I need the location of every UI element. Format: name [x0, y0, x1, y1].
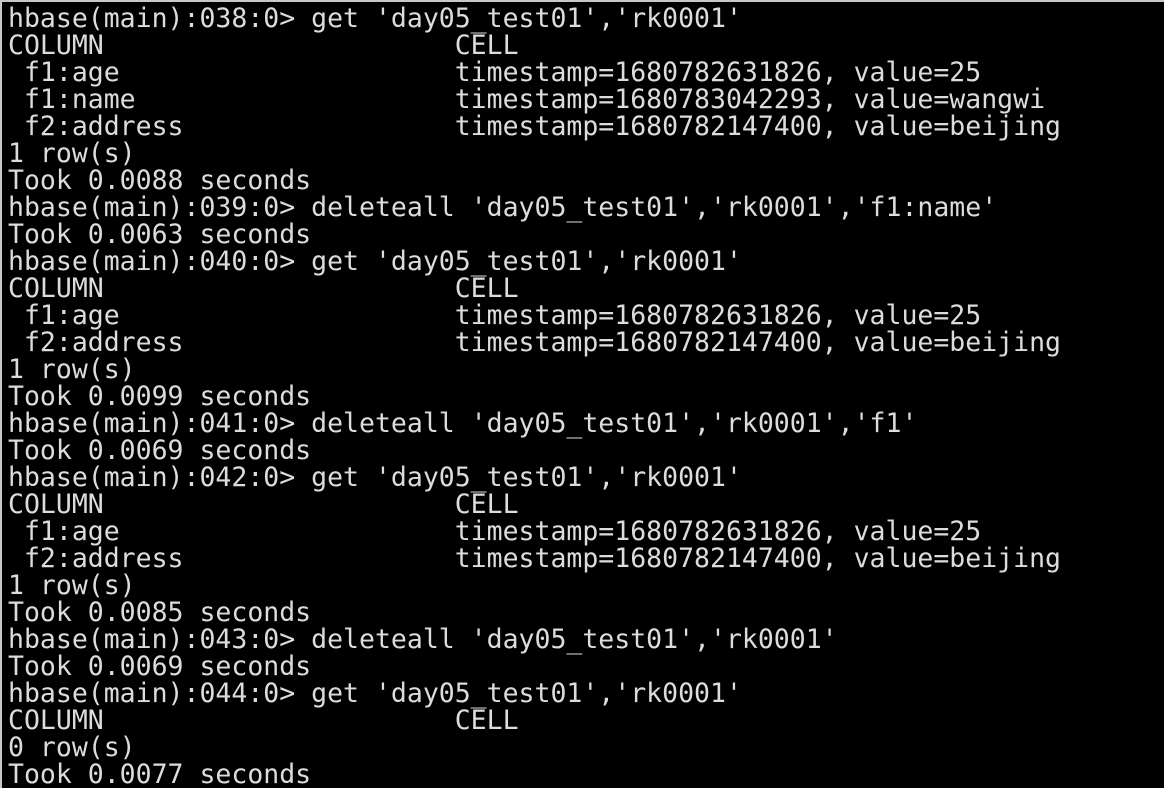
terminal-line: hbase(main):040:0> get 'day05_test01','r… — [8, 246, 742, 277]
terminal-line: f1:name timestamp=1680783042293, value=w… — [8, 84, 1046, 115]
terminal-line: COLUMN CELL — [8, 273, 519, 304]
terminal-window[interactable]: hbase(main):038:0> get 'day05_test01','r… — [0, 0, 1164, 788]
terminal-line: Took 0.0088 seconds — [8, 165, 312, 196]
terminal-line: Took 0.0085 seconds — [8, 597, 312, 628]
terminal-line: hbase(main):039:0> deleteall 'day05_test… — [8, 192, 998, 223]
terminal-line: f1:age timestamp=1680782631826, value=25 — [8, 300, 982, 331]
terminal-line: f2:address timestamp=1680782147400, valu… — [8, 543, 1061, 574]
terminal-output[interactable]: hbase(main):038:0> get 'day05_test01','r… — [8, 5, 1061, 788]
terminal-line: f1:age timestamp=1680782631826, value=25 — [8, 57, 982, 88]
terminal-line: Took 0.0077 seconds — [8, 759, 312, 788]
terminal-line: f1:age timestamp=1680782631826, value=25 — [8, 516, 982, 547]
terminal-line: Took 0.0069 seconds — [8, 651, 312, 682]
terminal-line: 0 row(s) — [8, 732, 136, 763]
terminal-line: f2:address timestamp=1680782147400, valu… — [8, 327, 1061, 358]
terminal-line: f2:address timestamp=1680782147400, valu… — [8, 111, 1061, 142]
terminal-line: hbase(main):043:0> deleteall 'day05_test… — [8, 624, 838, 655]
terminal-line: 1 row(s) — [8, 570, 136, 601]
terminal-line: 1 row(s) — [8, 354, 136, 385]
terminal-line: hbase(main):041:0> deleteall 'day05_test… — [8, 408, 918, 439]
terminal-line: hbase(main):044:0> get 'day05_test01','r… — [8, 678, 742, 709]
terminal-line: Took 0.0099 seconds — [8, 381, 312, 412]
terminal-line: 1 row(s) — [8, 138, 136, 169]
terminal-line: COLUMN CELL — [8, 30, 519, 61]
terminal-line: Took 0.0063 seconds — [8, 219, 312, 250]
terminal-line: COLUMN CELL — [8, 489, 519, 520]
terminal-line: hbase(main):042:0> get 'day05_test01','r… — [8, 462, 742, 493]
terminal-line: COLUMN CELL — [8, 705, 519, 736]
terminal-line: hbase(main):038:0> get 'day05_test01','r… — [8, 3, 742, 34]
terminal-line: Took 0.0069 seconds — [8, 435, 312, 466]
